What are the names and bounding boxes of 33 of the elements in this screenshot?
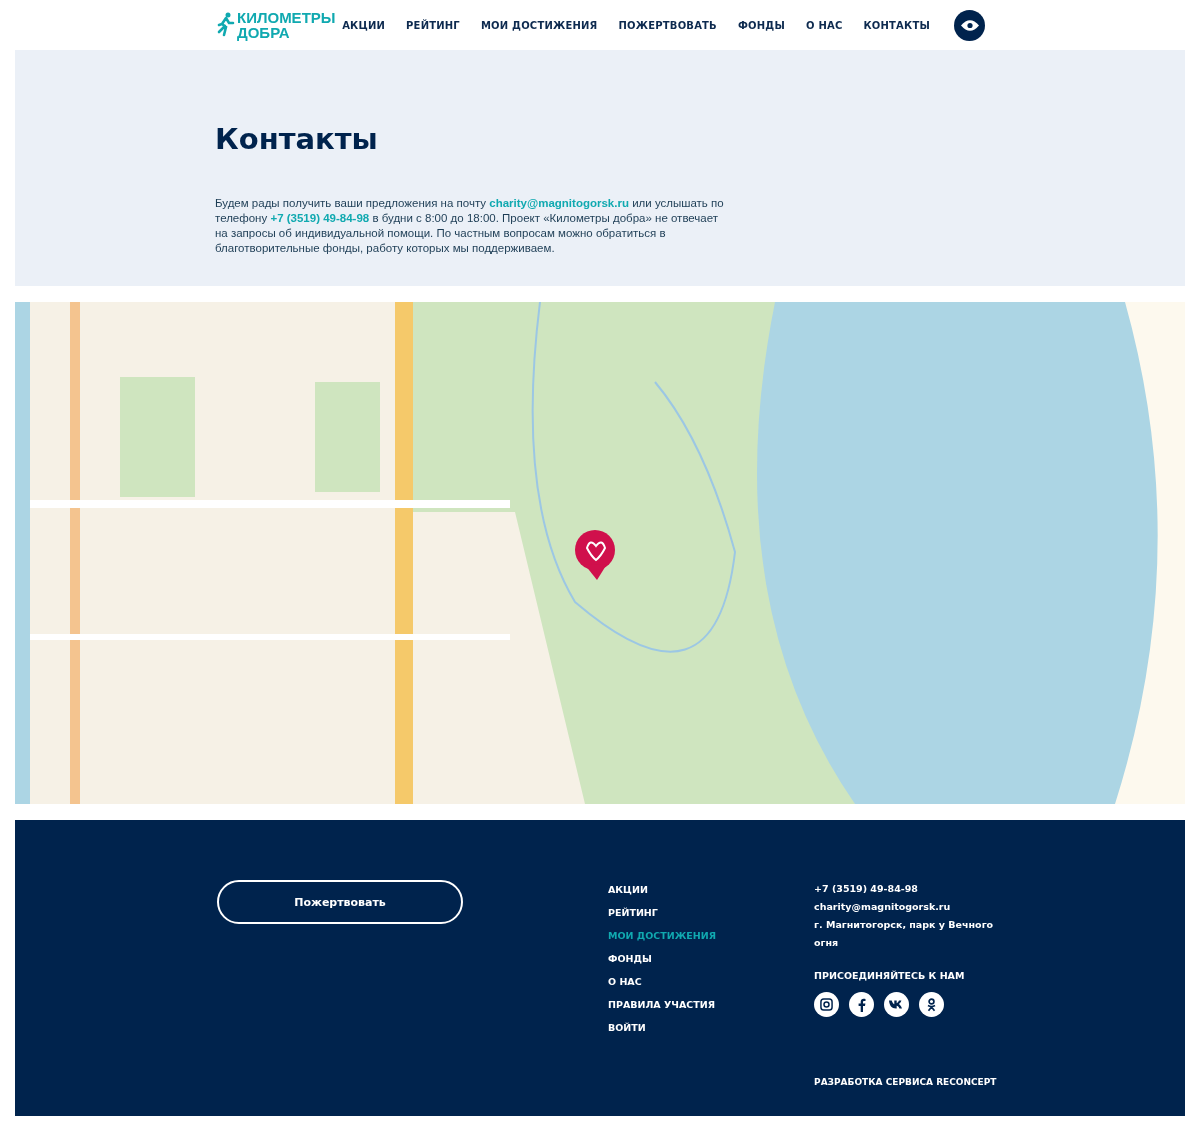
contact-info: г. Магнитогорск, парк у Вечного огня [814, 918, 995, 950]
page-title: Контакты [215, 122, 379, 156]
footer-menu-link[interactable]: О НАС [608, 975, 717, 989]
donate-button[interactable]: Пожертвовать [217, 880, 463, 924]
social-link[interactable] [849, 992, 875, 1017]
footer-menu-link[interactable]: ПРАВИЛА УЧАСТИЯ [608, 998, 717, 1012]
developer-credit[interactable]: РАЗРАБОТКА СЕРВИСА RECONCEPT [814, 1077, 997, 1087]
odnoklassniki-icon [927, 997, 937, 1012]
social-link[interactable] [814, 992, 840, 1017]
contact-info: +7 (3519) 49-84-98 [814, 882, 919, 896]
footer-menu-link[interactable]: ВОЙТИ [608, 1021, 717, 1035]
social-heading: ПРИСОЕДИНЯЙТЕСЬ К НАМ [814, 970, 966, 981]
nav-link[interactable]: АКЦИИ [342, 19, 386, 31]
footer-menu-link[interactable]: РЕЙТИНГ [608, 906, 717, 920]
runner-icon [215, 12, 235, 38]
contact-paragraph: Будем рады получить ваши предложения на почту charity@magnitogorsk.ru или услышать по телефону +7 (3519) 49-84-98 в будни с 8:00 до 18:00. Проект «Километры добра» не отвечает на запросы об индивидуальной помощи. По частным вопросам можно обратиться в благотворительные фонды, работу которых мы поддерживаем. [215, 196, 725, 256]
social-link[interactable] [919, 992, 945, 1017]
facebook-icon [857, 997, 866, 1012]
vk-icon [889, 1000, 905, 1009]
contact-info: charity@magnitogorsk.ru [814, 900, 952, 914]
nav-link[interactable]: РЕЙТИНГ [406, 19, 460, 31]
nav-link[interactable]: МОИ ДОСТИЖЕНИЯ [480, 19, 598, 31]
footer-menu-link[interactable]: АКЦИИ [608, 883, 717, 897]
nav-link[interactable]: ПОЖЕРТВОВАТЬ [618, 19, 717, 31]
nav-link[interactable]: КОНТАКТЫ [863, 19, 930, 31]
eye-icon [960, 19, 979, 31]
instagram-icon [820, 998, 834, 1011]
accessibility-button[interactable] [954, 9, 985, 41]
nav-link[interactable]: О НАС [806, 19, 843, 31]
nav-link[interactable]: ФОНДЫ [737, 19, 785, 31]
footer-menu-link[interactable]: МОИ ДОСТИЖЕНИЯ [608, 929, 717, 943]
footer-menu-link[interactable]: ФОНДЫ [608, 952, 717, 966]
social-link[interactable] [884, 992, 910, 1017]
